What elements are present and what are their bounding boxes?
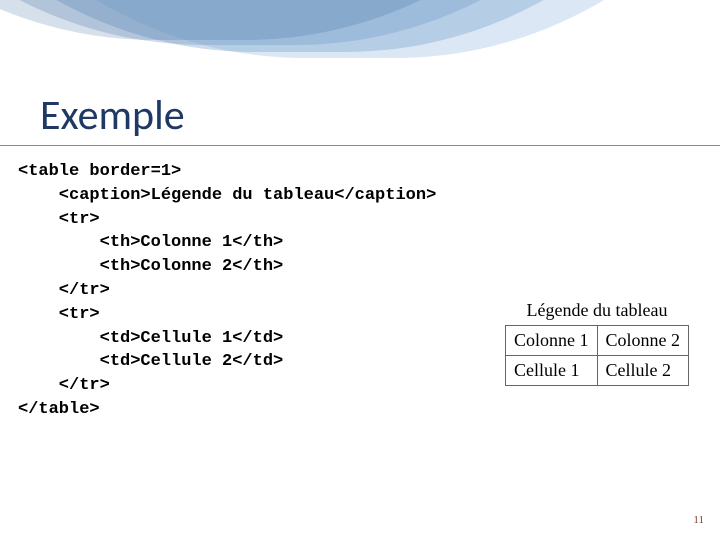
code-line: <caption>Légende du tableau</caption>	[18, 186, 436, 205]
code-line: <tr>	[18, 210, 100, 229]
code-line: <table border=1>	[18, 162, 181, 181]
slide-title: Exemple	[40, 90, 185, 141]
code-line: <tr>	[18, 305, 100, 324]
table-header-cell: Colonne 2	[597, 326, 689, 356]
code-line: </tr>	[18, 376, 110, 395]
code-example: <table border=1> <caption>Légende du tab…	[18, 160, 436, 422]
code-line: <th>Colonne 2</th>	[18, 257, 283, 276]
table-row: Colonne 1 Colonne 2	[506, 326, 689, 356]
page-number: 11	[693, 514, 704, 526]
code-line: </tr>	[18, 281, 110, 300]
code-line: </table>	[18, 400, 100, 419]
table-caption: Légende du tableau	[505, 300, 689, 321]
example-table: Colonne 1 Colonne 2 Cellule 1 Cellule 2	[505, 325, 689, 386]
code-line: <td>Cellule 2</td>	[18, 352, 283, 371]
table-header-cell: Colonne 1	[506, 326, 598, 356]
code-line: <th>Colonne 1</th>	[18, 233, 283, 252]
table-cell: Cellule 1	[506, 356, 598, 386]
rendered-example: Légende du tableau Colonne 1 Colonne 2 C…	[505, 300, 689, 386]
table-cell: Cellule 2	[597, 356, 689, 386]
title-underline	[0, 145, 720, 146]
table-row: Cellule 1 Cellule 2	[506, 356, 689, 386]
code-line: <td>Cellule 1</td>	[18, 329, 283, 348]
